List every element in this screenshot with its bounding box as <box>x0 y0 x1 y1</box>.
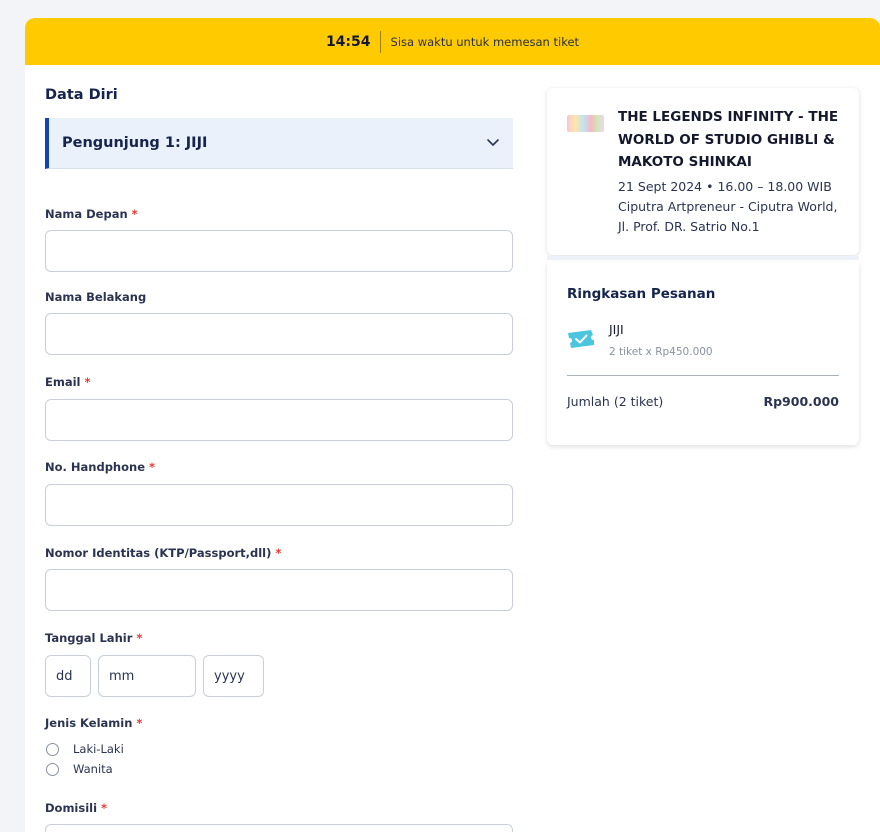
ticket-quantity: 2 tiket x Rp450.000 <box>609 346 713 358</box>
order-summary-title: Ringkasan Pesanan <box>567 286 716 302</box>
domicile-input[interactable] <box>45 824 513 832</box>
last-name-input[interactable] <box>45 313 513 355</box>
required-mark: * <box>136 631 143 645</box>
ticket-name: JIJI <box>609 322 624 337</box>
checkout-panel: 14:54 Sisa waktu untuk memesan tiket Dat… <box>25 18 880 832</box>
section-title: Data Diri <box>45 87 118 103</box>
countdown-timer-bar: 14:54 Sisa waktu untuk memesan tiket <box>25 18 880 65</box>
summary-divider <box>567 375 839 376</box>
total-value: Rp900.000 <box>763 394 839 409</box>
radio-button[interactable] <box>46 762 59 776</box>
countdown-time: 14:54 <box>326 30 381 53</box>
chevron-down-icon <box>487 139 499 146</box>
event-card: THE LEGENDS INFINITY - THE WORLD OF STUD… <box>547 88 859 255</box>
radio-button[interactable] <box>46 742 59 756</box>
email-input[interactable] <box>45 399 513 441</box>
total-label: Jumlah (2 tiket) <box>567 394 664 409</box>
identity-number-label: Nomor Identitas (KTP/Passport,dll) * <box>45 546 282 560</box>
domicile-label: Domisili * <box>45 801 108 815</box>
birth-date-label: Tanggal Lahir * <box>45 631 143 645</box>
countdown-text: Sisa waktu untuk memesan tiket <box>390 34 580 49</box>
email-label: Email * <box>45 375 91 389</box>
birth-year-input[interactable] <box>203 655 264 697</box>
order-summary-card: Ringkasan Pesanan JIJI 2 tiket x Rp450.0… <box>547 262 859 445</box>
gender-option-female[interactable]: Wanita <box>45 762 113 776</box>
first-name-input[interactable] <box>45 230 513 272</box>
required-mark: * <box>84 375 91 389</box>
gender-option-male[interactable]: Laki-Laki <box>45 742 124 756</box>
visitor-accordion-title: Pengunjung 1: JIJI <box>62 135 208 151</box>
phone-label: No. Handphone * <box>45 460 156 474</box>
identity-number-input[interactable] <box>45 569 513 611</box>
ticket-check-icon <box>568 330 594 348</box>
required-mark: * <box>275 546 282 560</box>
gender-label: Jenis Kelamin * <box>45 716 143 730</box>
last-name-label: Nama Belakang <box>45 290 147 304</box>
first-name-label: Nama Depan * <box>45 207 138 221</box>
event-title: THE LEGENDS INFINITY - THE WORLD OF STUD… <box>618 109 839 170</box>
phone-input[interactable] <box>45 484 513 526</box>
birth-month-input[interactable] <box>98 655 196 697</box>
required-mark: * <box>131 207 138 221</box>
required-mark: * <box>101 801 108 815</box>
required-mark: * <box>149 460 156 474</box>
birth-day-input[interactable] <box>45 655 91 697</box>
event-venue: Ciputra Artpreneur - Ciputra World, Jl. … <box>618 199 838 234</box>
card-divider <box>547 256 859 260</box>
event-date-time: 21 Sept 2024 • 16.00 – 18.00 WIB <box>618 179 832 194</box>
event-thumbnail <box>567 115 604 132</box>
required-mark: * <box>136 716 143 730</box>
visitor-accordion-header[interactable]: Pengunjung 1: JIJI <box>45 118 513 169</box>
